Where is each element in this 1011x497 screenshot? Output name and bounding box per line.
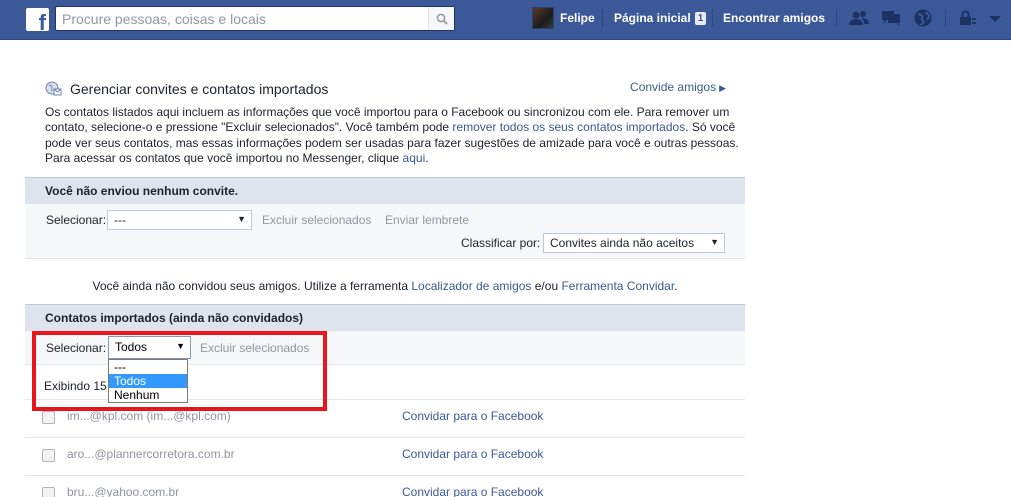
invite-friends-label: Convide amigos: [630, 80, 717, 94]
nav-separator: [836, 9, 837, 27]
contact-checkbox[interactable]: [42, 449, 55, 462]
contact-checkbox[interactable]: [42, 487, 55, 497]
invites-select-value: ---: [114, 213, 126, 227]
messages-icon[interactable]: [880, 8, 902, 28]
invite-friends-link[interactable]: Convide amigos ▶: [630, 80, 726, 94]
invites-select-dropdown[interactable]: --- ▼: [107, 210, 252, 230]
invites-section-header: Você não enviou nenhum convite.: [25, 177, 745, 204]
caret-down-icon: ▼: [237, 214, 246, 224]
profile-link[interactable]: Felipe: [560, 10, 595, 26]
home-label: Página inicial: [614, 11, 691, 25]
intro-text: Os contatos listados aqui incluem as inf…: [45, 105, 745, 166]
sort-select-value: Convites ainda não aceitos: [550, 236, 695, 250]
contact-email-text: im...@kpl.com: [150, 409, 227, 423]
contact-email-text: im...@kpl.com: [67, 409, 144, 423]
invite-tool-link[interactable]: Ferramenta Convidar: [561, 279, 674, 293]
imported-section-header: Contatos importados (ainda não convidado…: [25, 304, 745, 331]
intro-text-part: .: [425, 150, 429, 165]
no-invites-message: Você ainda não convidou seus amigos. Uti…: [25, 279, 745, 293]
contact-row: bru...@yahoo.com.br Convidar para o Face…: [25, 475, 745, 497]
friends-icon[interactable]: [848, 8, 870, 28]
caret-down-icon: ▼: [710, 237, 719, 247]
user-avatar[interactable]: [532, 7, 554, 29]
remove-all-contacts-link[interactable]: remover todos os seus contatos importado…: [452, 120, 685, 134]
no-invites-text: e/ou: [531, 279, 562, 293]
contact-checkbox[interactable]: [42, 411, 55, 424]
invite-contact-link[interactable]: Convidar para o Facebook: [402, 485, 543, 497]
invites-select-label: Selecionar:: [46, 213, 107, 227]
home-badge: 1: [694, 12, 707, 25]
contact-row: aro...@plannercorretora.com.br Convidar …: [25, 437, 745, 475]
globe-icon[interactable]: [912, 8, 934, 28]
contacts-globe-icon: [45, 81, 62, 96]
sort-select-dropdown[interactable]: Convites ainda não aceitos ▼: [543, 233, 725, 253]
invites-toolbar: Selecionar: --- ▼ Excluir selecionados En…: [25, 204, 745, 259]
find-friends-link[interactable]: Encontrar amigos: [723, 10, 825, 26]
facebook-logo[interactable]: f: [26, 8, 49, 34]
nav-separator: [712, 9, 713, 27]
nav-separator: [602, 9, 603, 27]
friend-finder-link[interactable]: Localizador de amigos: [411, 279, 531, 293]
search-icon: [436, 13, 448, 25]
search-box: [55, 6, 455, 31]
highlight-box: [32, 331, 327, 411]
contact-email: bru...@yahoo.com.br: [67, 485, 180, 497]
page-title: Gerenciar convites e contatos importados: [70, 81, 329, 97]
no-invites-text: Você ainda não convidou seus amigos. Uti…: [92, 279, 412, 293]
chevron-right-icon: ▶: [719, 83, 726, 93]
invite-contact-link[interactable]: Convidar para o Facebook: [402, 447, 543, 461]
sort-label: Classificar por:: [461, 236, 541, 250]
contact-email: aro...@plannercorretora.com.br: [67, 447, 235, 461]
messenger-contacts-link[interactable]: aqui: [403, 151, 426, 165]
search-button[interactable]: [428, 7, 454, 30]
contact-email: im...@kpl.com (im...@kpl.com): [67, 409, 231, 423]
page-header: Gerenciar convites e contatos importados…: [45, 80, 745, 98]
search-input[interactable]: [56, 7, 426, 30]
settings-arrow-icon[interactable]: [984, 8, 1006, 28]
lock-icon[interactable]: [956, 8, 978, 28]
nav-separator: [945, 9, 946, 27]
top-navigation-bar: f Felipe Página inicial1 Encontrar amigo…: [0, 0, 1011, 40]
send-reminder-button[interactable]: Enviar lembrete: [385, 213, 469, 227]
no-invites-text: .: [674, 279, 678, 293]
invite-contact-link[interactable]: Convidar para o Facebook: [402, 409, 543, 423]
invites-delete-selected-button[interactable]: Excluir selecionados: [262, 213, 371, 227]
home-link[interactable]: Página inicial 1: [614, 10, 707, 26]
